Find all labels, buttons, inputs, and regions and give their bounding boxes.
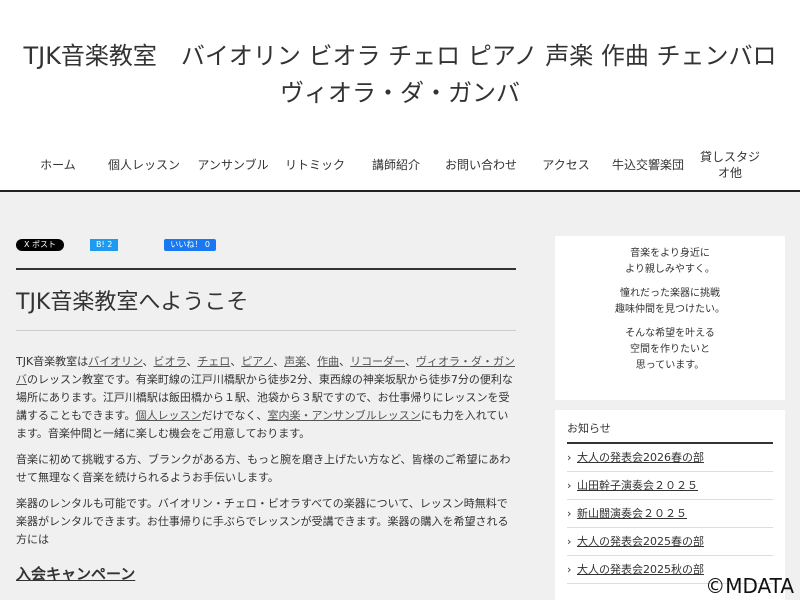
separator: 、	[306, 355, 318, 368]
separator: 、	[230, 355, 242, 368]
campaign-heading[interactable]: 入会キャンペーン	[16, 563, 516, 584]
link-private-lessons[interactable]: 個人レッスン	[135, 409, 201, 422]
news-item: 新山闘演奏会２０２５	[567, 500, 773, 528]
nav-orchestra[interactable]: 牛込交響楽団	[606, 142, 690, 188]
link-ensemble-lessons[interactable]: 室内楽・アンサンブルレッスン	[267, 409, 420, 422]
message-line: 思っています。	[635, 360, 705, 371]
message-line: 趣味仲間を見つけたい。	[615, 304, 725, 315]
site-title-line2[interactable]: ヴィオラ・ダ・ガンバ	[0, 75, 800, 112]
link-composition[interactable]: 作曲	[317, 355, 339, 368]
news-link[interactable]: 山田幹子演奏会２０２５	[577, 479, 698, 492]
x-post-button[interactable]: X ポスト	[16, 239, 65, 251]
nav-divider	[0, 190, 800, 192]
message-block: そんな希望を叶える 空間を作りたいと 思っています。	[555, 326, 785, 374]
news-list: 大人の発表会2026春の部 山田幹子演奏会２０２５ 新山闘演奏会２０２５ 大人の…	[567, 444, 773, 584]
news-link[interactable]: 大人の発表会2025秋の部	[577, 563, 704, 576]
title-bottom-rule	[16, 330, 516, 331]
site-title[interactable]: TJK音楽教室 バイオリン ビオラ チェロ ピアノ 声楽 作曲 チェンバロ ヴィ…	[0, 38, 800, 112]
facebook-like-button[interactable]: いいね！ 0	[164, 239, 216, 251]
main-content: X ポスト B! 2 いいね！ 0 TJK音楽教室へようこそ TJK音楽教室はバ…	[16, 238, 516, 584]
nav-teachers[interactable]: 講師紹介	[356, 142, 436, 188]
nav-contact[interactable]: お問い合わせ	[436, 142, 526, 188]
intro-text: だけでなく、	[201, 409, 268, 422]
link-recorder[interactable]: リコーダー	[350, 355, 405, 368]
message-block: 憧れだった楽器に挑戦 趣味仲間を見つけたい。	[555, 286, 785, 318]
link-viola[interactable]: ビオラ	[154, 355, 187, 368]
separator: 、	[405, 355, 416, 368]
message-line: 憧れだった楽器に挑戦	[620, 288, 720, 299]
intro-paragraph: TJK音楽教室はバイオリン、ビオラ、チェロ、ピアノ、声楽、作曲、リコーダー、ヴィ…	[16, 353, 516, 443]
watermark: ©MDATA	[705, 574, 794, 598]
news-item: 大人の発表会2025春の部	[567, 528, 773, 556]
news-item: 大人の発表会2026春の部	[567, 444, 773, 472]
nav-private-lessons[interactable]: 個人レッスン	[96, 142, 192, 188]
main-nav: ホーム 個人レッスン アンサンブル リトミック 講師紹介 お問い合わせ アクセス…	[20, 142, 790, 188]
page-title: TJK音楽教室へようこそ	[16, 290, 249, 315]
nav-ensemble[interactable]: アンサンブル	[192, 142, 274, 188]
nav-access[interactable]: アクセス	[526, 142, 606, 188]
separator: 、	[273, 355, 285, 368]
link-vocal[interactable]: 声楽	[284, 355, 306, 368]
nav-home[interactable]: ホーム	[20, 142, 96, 188]
message-line: より親しみやすく。	[625, 264, 715, 275]
link-cello[interactable]: チェロ	[197, 355, 230, 368]
sidebar-message: 音楽をより身近に より親しみやすく。 憧れだった楽器に挑戦 趣味仲間を見つけたい…	[555, 236, 785, 400]
separator: 、	[186, 355, 198, 368]
separator: 、	[142, 355, 154, 368]
message-line: 音楽をより身近に	[630, 248, 710, 259]
share-buttons: X ポスト B! 2 いいね！ 0	[16, 238, 516, 252]
site-title-line1[interactable]: TJK音楽教室 バイオリン ビオラ チェロ ピアノ 声楽 作曲 チェンバロ	[0, 38, 800, 75]
news-link[interactable]: 大人の発表会2026春の部	[577, 451, 704, 464]
message-block: 音楽をより身近に より親しみやすく。	[555, 246, 785, 278]
link-violin[interactable]: バイオリン	[88, 355, 142, 368]
message-line: 空間を作りたいと	[630, 344, 710, 355]
beginners-paragraph: 音楽に初めて挑戦する方、ブランクがある方、もっと腕を磨き上げたい方など、皆様のご…	[16, 453, 511, 484]
news-widget: お知らせ 大人の発表会2026春の部 山田幹子演奏会２０２５ 新山闘演奏会２０２…	[555, 410, 785, 600]
nav-eurhythmics[interactable]: リトミック	[274, 142, 356, 188]
separator: 、	[339, 355, 351, 368]
rental-paragraph: 楽器のレンタルも可能です。バイオリン・チェロ・ビオラすべての楽器について、レッス…	[16, 497, 509, 546]
message-line: そんな希望を叶える	[625, 328, 715, 339]
intro-text: TJK音楽教室は	[16, 355, 89, 368]
link-piano[interactable]: ピアノ	[241, 355, 273, 368]
news-item: 山田幹子演奏会２０２５	[567, 472, 773, 500]
news-link[interactable]: 新山闘演奏会２０２５	[577, 507, 687, 520]
hatena-bookmark-button[interactable]: B! 2	[90, 239, 119, 251]
site-header: TJK音楽教室 バイオリン ビオラ チェロ ピアノ 声楽 作曲 チェンバロ ヴィ…	[0, 0, 800, 192]
news-link[interactable]: 大人の発表会2025春の部	[577, 535, 704, 548]
nav-studio-rental[interactable]: 貸しスタジオ他	[690, 142, 770, 188]
title-top-rule	[16, 268, 516, 270]
news-heading: お知らせ	[567, 422, 611, 435]
